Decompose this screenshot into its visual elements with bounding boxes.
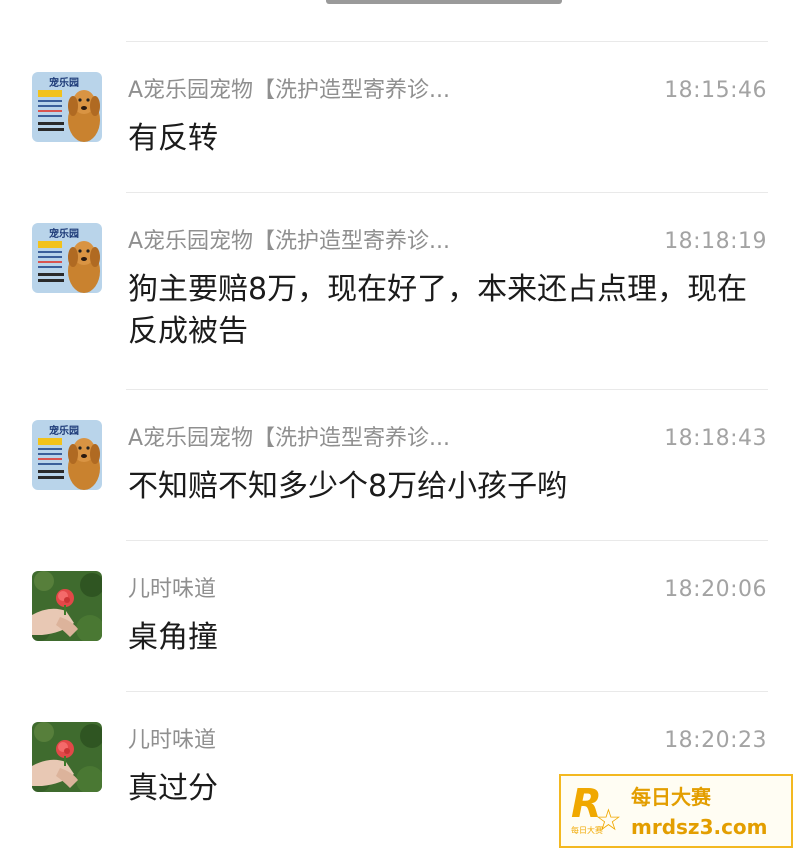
message-time: 18:18:43 — [664, 426, 767, 451]
sender-name: A宠乐园宠物【洗护造型寄养诊... — [128, 426, 451, 451]
message-time: 18:20:23 — [664, 728, 767, 753]
sender-name: 儿时味道 — [128, 577, 217, 602]
avatar-label: 宠乐园 — [49, 76, 79, 89]
message-time: 18:15:46 — [664, 78, 767, 103]
sender-name: A宠乐园宠物【洗护造型寄养诊... — [128, 78, 451, 103]
divider — [126, 192, 768, 193]
avatar-label: 宠乐园 — [49, 424, 79, 437]
watermark-url: mrdsz3.com — [631, 815, 768, 839]
divider — [126, 41, 768, 42]
divider — [126, 540, 768, 541]
golden-retriever-avatar[interactable]: 宠乐园 — [32, 223, 102, 293]
watermark-title: 每日大赛 — [631, 785, 711, 809]
golden-retriever-avatar[interactable]: 宠乐园 — [32, 72, 102, 142]
message-text: 狗主要赔8万，现在好了，本来还占点理，现在反成被告 — [128, 272, 748, 349]
rose-in-hand-avatar[interactable] — [32, 722, 102, 792]
watermark-logo-small-text: 每日大赛 — [571, 826, 603, 835]
divider — [126, 691, 768, 692]
rose-in-hand-avatar[interactable] — [32, 571, 102, 641]
sender-name: 儿时味道 — [128, 728, 217, 753]
golden-retriever-avatar[interactable]: 宠乐园 — [32, 420, 102, 490]
top-drag-handle — [326, 0, 562, 4]
message-text: 桌角撞 — [128, 620, 218, 655]
message-text: 有反转 — [128, 121, 218, 156]
message-time: 18:18:19 — [664, 229, 767, 254]
message-time: 18:20:06 — [664, 577, 767, 602]
sender-name: A宠乐园宠物【洗护造型寄养诊... — [128, 229, 451, 254]
avatar-label: 宠乐园 — [49, 227, 79, 240]
divider — [126, 389, 768, 390]
watermark-logo: R ☆ 每日大赛 每日大赛 mrdsz3.com — [559, 774, 793, 848]
message-text: 不知赔不知多少个8万给小孩子哟 — [128, 469, 568, 504]
